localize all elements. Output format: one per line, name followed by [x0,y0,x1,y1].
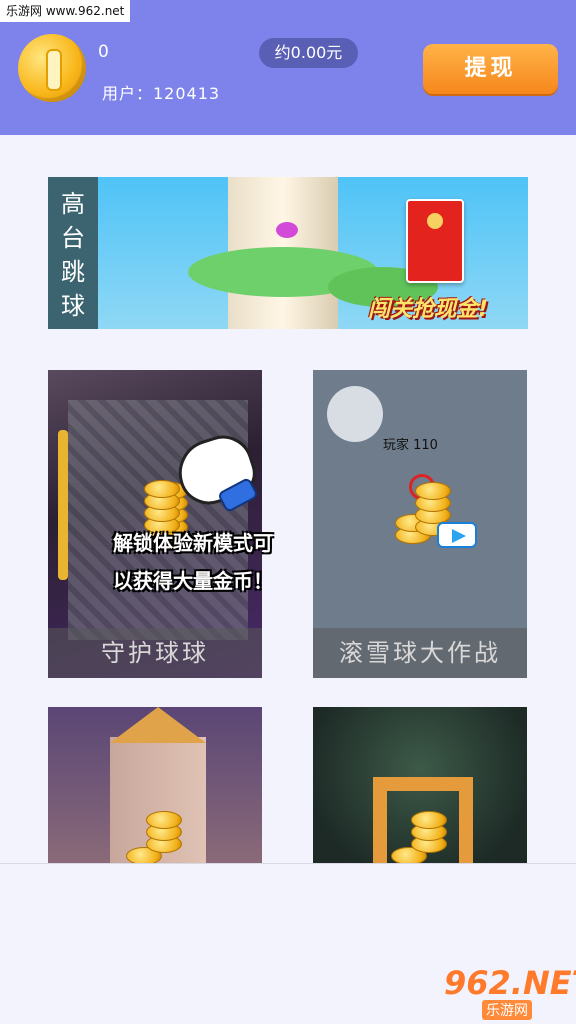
withdraw-button[interactable]: 提现 [423,44,558,94]
watermark-logo: 962.NET [444,964,576,1002]
game-card-3[interactable] [48,707,262,863]
coin-icon [18,34,86,102]
red-packet-icon [406,199,464,283]
game-card-4[interactable] [313,707,527,863]
coin-count: 0 [98,42,109,62]
banner-title-char: 跳 [61,258,85,286]
unlock-hint: 解锁体验新模式可 以获得大量金币！ [98,524,288,600]
coin-stack-icon [122,807,182,863]
banner-title-char: 球 [61,292,85,320]
pyramid-art [110,707,206,743]
banner-title-char: 台 [61,224,85,252]
card-label: 滚雪球大作战 [313,628,527,678]
banner-slogan: 闯关抢现金! [368,297,489,322]
unlock-hint-line: 以获得大量金币！ [113,569,273,593]
game-card-snowball[interactable]: 玩家 110 滚雪球大作战 [313,370,527,678]
unlock-hint-line: 解锁体验新模式可 [113,531,273,555]
coin-stack-icon [387,807,447,863]
play-video-icon [437,522,477,548]
user-id: 用户：120413 [102,84,221,103]
player-tag: 玩家 110 [383,438,438,453]
featured-game-banner[interactable]: 高 台 跳 球 闯关抢现金! [48,177,528,329]
progress-meter [58,430,68,580]
balance-pill: 约0.00元 [259,38,358,68]
watermark-top: 乐游网 www.962.net [0,0,131,22]
banner-title-char: 高 [61,190,85,218]
watermark-logo-sub: 乐游网 [482,1000,532,1020]
banner-title: 高 台 跳 球 [48,177,98,329]
banner-ball [276,222,298,238]
card-label: 守护球球 [48,628,262,678]
snowball-art [327,386,383,442]
watermark-bottom: 962.NET 乐游网 [444,964,576,1020]
